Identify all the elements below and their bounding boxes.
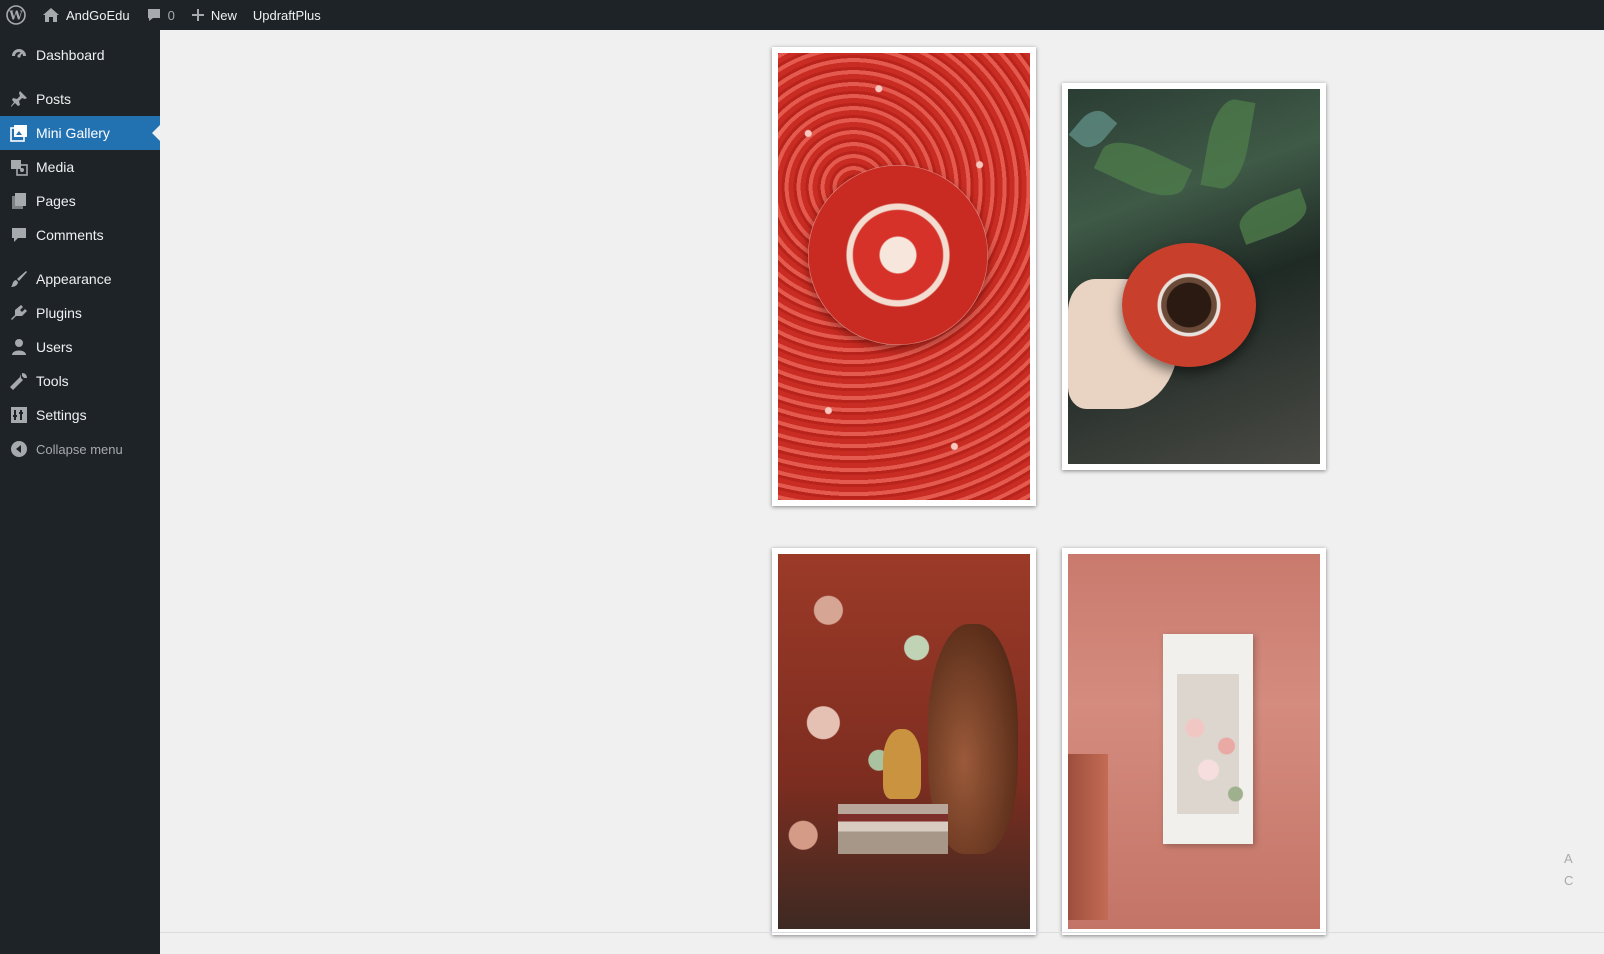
menu-label: Comments xyxy=(36,227,104,243)
menu-label: Settings xyxy=(36,407,87,423)
plus-icon xyxy=(191,8,205,22)
updraftplus-label: UpdraftPlus xyxy=(252,7,321,23)
settings-icon xyxy=(9,405,29,425)
menu-label: Users xyxy=(36,339,73,355)
admin-menu: Dashboard Posts Mini Gallery Media Pages xyxy=(0,30,160,466)
clipped-text: A C xyxy=(1564,848,1573,892)
comment-icon xyxy=(146,7,162,23)
new-content-link[interactable]: New xyxy=(183,0,245,30)
menu-label: Tools xyxy=(36,373,69,389)
menu-label: Plugins xyxy=(36,305,82,321)
menu-label: Collapse menu xyxy=(36,441,123,457)
menu-item-settings[interactable]: Settings xyxy=(0,398,160,432)
menu-item-posts[interactable]: Posts xyxy=(0,82,160,116)
menu-item-media[interactable]: Media xyxy=(0,150,160,184)
home-icon xyxy=(42,7,60,23)
photo-image xyxy=(1068,89,1320,464)
media-icon xyxy=(9,157,29,177)
menu-item-comments[interactable]: Comments xyxy=(0,218,160,252)
pages-icon xyxy=(9,191,29,211)
photo-image xyxy=(778,53,1030,500)
menu-item-tools[interactable]: Tools xyxy=(0,364,160,398)
site-name-link[interactable]: AndGoEdu xyxy=(34,0,138,30)
dashboard-icon xyxy=(9,45,29,65)
menu-label: Pages xyxy=(36,193,76,209)
admin-sidebar: Dashboard Posts Mini Gallery Media Pages xyxy=(0,30,160,954)
site-name: AndGoEdu xyxy=(66,7,130,23)
comments-link[interactable]: 0 xyxy=(138,0,183,30)
gallery-photo-violin[interactable] xyxy=(772,548,1036,935)
photo-image xyxy=(1068,554,1320,929)
menu-item-appearance[interactable]: Appearance xyxy=(0,262,160,296)
menu-label: Dashboard xyxy=(36,47,105,63)
divider xyxy=(160,932,1604,933)
paintbrush-icon xyxy=(9,269,29,289)
comment-icon xyxy=(9,225,29,245)
updraftplus-link[interactable]: UpdraftPlus xyxy=(245,0,329,30)
collapse-menu-button[interactable]: Collapse menu xyxy=(0,432,160,466)
photo-image xyxy=(778,554,1030,929)
new-label: New xyxy=(210,7,237,23)
clipped-text-line: C xyxy=(1564,873,1574,888)
svg-text:W: W xyxy=(8,9,23,23)
wrench-icon xyxy=(9,371,29,391)
menu-item-plugins[interactable]: Plugins xyxy=(0,296,160,330)
user-icon xyxy=(9,337,29,357)
plugin-icon xyxy=(9,303,29,323)
gallery-photo-coffee-cup[interactable] xyxy=(1062,83,1326,470)
menu-item-users[interactable]: Users xyxy=(0,330,160,364)
admin-bar: W AndGoEdu 0 New UpdraftPlus xyxy=(0,0,1604,30)
gallery-icon xyxy=(9,123,29,143)
menu-label: Mini Gallery xyxy=(36,125,110,141)
menu-label: Appearance xyxy=(36,271,112,287)
menu-label: Media xyxy=(36,159,75,175)
collapse-icon xyxy=(9,439,29,459)
menu-item-pages[interactable]: Pages xyxy=(0,184,160,218)
gallery-photo-window-flowers[interactable] xyxy=(1062,548,1326,935)
gallery-photo-pomegranate[interactable] xyxy=(772,47,1036,506)
wordpress-logo-icon[interactable]: W xyxy=(0,0,34,30)
menu-label: Posts xyxy=(36,91,72,107)
clipped-text-line: A xyxy=(1564,851,1573,866)
comments-count: 0 xyxy=(167,7,175,23)
menu-item-dashboard[interactable]: Dashboard xyxy=(0,38,160,72)
menu-item-mini-gallery[interactable]: Mini Gallery xyxy=(0,116,160,150)
pushpin-icon xyxy=(9,89,29,109)
